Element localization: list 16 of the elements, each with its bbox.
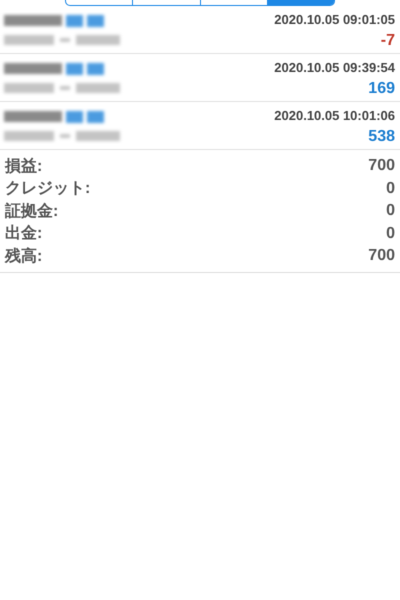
trade-profit: 538 [368, 127, 395, 147]
summary-label: 損益: [5, 156, 42, 177]
summary-value: 700 [368, 247, 395, 266]
summary-value: 0 [386, 224, 395, 243]
summary-value: 0 [386, 202, 395, 220]
trade-time: 2020.10.05 09:01:05 [274, 11, 395, 29]
summary-label: 出金: [5, 224, 42, 244]
trade-profit: 169 [368, 79, 395, 99]
trade-profit: -7 [380, 31, 395, 51]
summary-value: 700 [368, 157, 395, 176]
trade-time: 2020.10.05 09:39:54 [274, 59, 395, 77]
summary-value: 0 [386, 180, 395, 198]
summary-label: 証拠金: [5, 201, 58, 222]
summary-label: クレジット: [5, 179, 90, 200]
summary-label: 残高: [5, 246, 42, 267]
trade-time: 2020.10.05 10:01:06 [274, 107, 395, 125]
